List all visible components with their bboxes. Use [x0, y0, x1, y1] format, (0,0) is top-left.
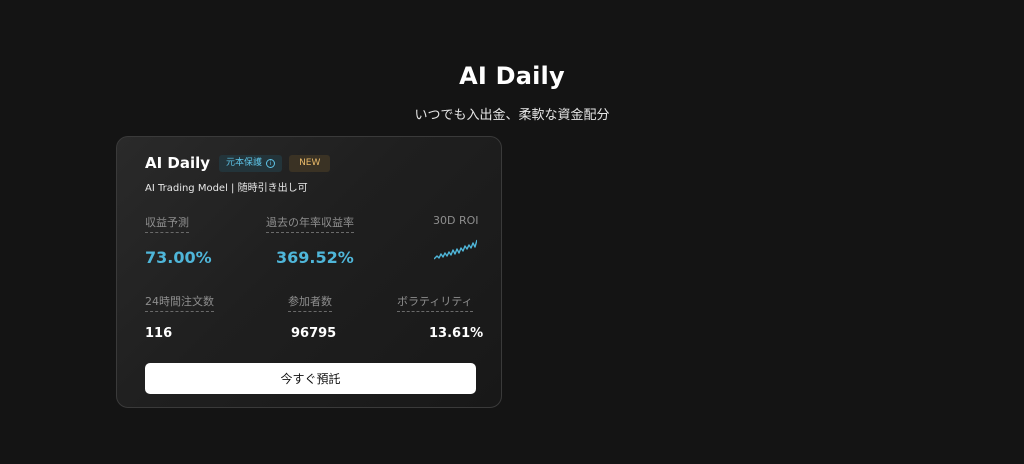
principal-protected-badge: 元本保護 i: [219, 154, 283, 172]
info-icon[interactable]: i: [266, 158, 276, 168]
expected-return-value: 73.00%: [145, 248, 212, 267]
past-apr-label[interactable]: 過去の年率収益率: [266, 214, 354, 233]
orders-24h-value: 116: [145, 326, 173, 341]
product-card: AI Daily 元本保護 i NEW AI Trading Model | 随…: [116, 136, 502, 408]
roi-sparkline-line: [434, 239, 477, 260]
card-header: AI Daily 元本保護 i NEW: [145, 154, 331, 172]
orders-24h-label[interactable]: 24時間注文数: [145, 293, 214, 312]
participants-value: 96795: [291, 326, 337, 341]
roi-label: 30D ROI: [433, 214, 479, 227]
principal-protected-label: 元本保護: [226, 157, 263, 168]
participants-label[interactable]: 参加者数: [288, 293, 332, 312]
page-title: AI Daily: [459, 62, 565, 90]
new-badge: NEW: [289, 154, 331, 172]
past-apr-value: 369.52%: [276, 248, 354, 267]
card-title: AI Daily: [145, 154, 211, 172]
card-description: AI Trading Model | 随時引き出し可: [145, 183, 308, 194]
deposit-now-button[interactable]: 今すぐ預託: [145, 363, 476, 394]
volatility-value: 13.61%: [429, 326, 484, 341]
page-subtitle: いつでも入出金、柔軟な資金配分: [414, 108, 610, 123]
volatility-label[interactable]: ボラティリティ: [397, 293, 473, 312]
expected-return-label[interactable]: 収益予測: [145, 214, 189, 233]
page: AI Daily いつでも入出金、柔軟な資金配分 AI Daily 元本保護 i…: [0, 0, 1024, 464]
roi-sparkline-chart: [434, 239, 477, 260]
